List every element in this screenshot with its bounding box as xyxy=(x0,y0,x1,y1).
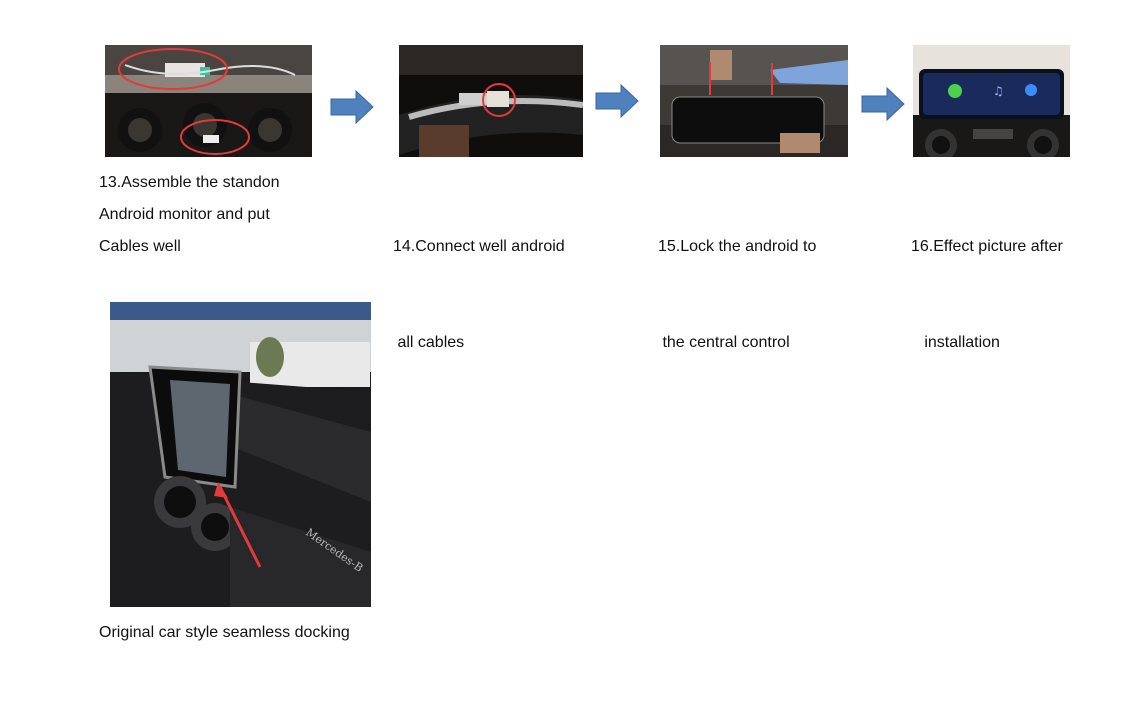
arrow-right-icon xyxy=(595,84,639,118)
caption-line: installation xyxy=(911,334,1000,351)
caption-step-14: 14.Connect well android all cables xyxy=(393,167,565,391)
caption-line: 15.Lock the android to xyxy=(658,238,817,255)
caption-line: 14.Connect well android xyxy=(393,238,565,255)
photo-step-16: ♫ xyxy=(913,45,1070,157)
photo-step-14 xyxy=(399,45,583,157)
caption-line: Original car style seamless docking xyxy=(99,624,350,641)
arrow-right-icon xyxy=(861,87,905,121)
caption-line: 16.Effect picture after xyxy=(911,238,1063,255)
caption-line: Cables well xyxy=(99,238,181,255)
caption-line: the central control xyxy=(658,334,790,351)
caption-line: 13.Assemble the standon xyxy=(99,174,280,191)
photo-final-docking: Mercedes-B xyxy=(110,302,371,607)
photo-step-15 xyxy=(660,45,848,157)
photo-step-13 xyxy=(105,45,312,157)
svg-text:♫: ♫ xyxy=(993,84,1004,98)
caption-step-16: 16.Effect picture after installation xyxy=(911,167,1063,391)
caption-step-13: 13.Assemble the standon Android monitor … xyxy=(99,167,280,263)
caption-final: Original car style seamless docking xyxy=(99,617,350,649)
caption-line: Android monitor and put xyxy=(99,206,270,223)
arrow-right-icon xyxy=(330,90,374,124)
caption-step-15: 15.Lock the android to the central contr… xyxy=(658,167,816,391)
caption-line: all cables xyxy=(393,334,465,351)
